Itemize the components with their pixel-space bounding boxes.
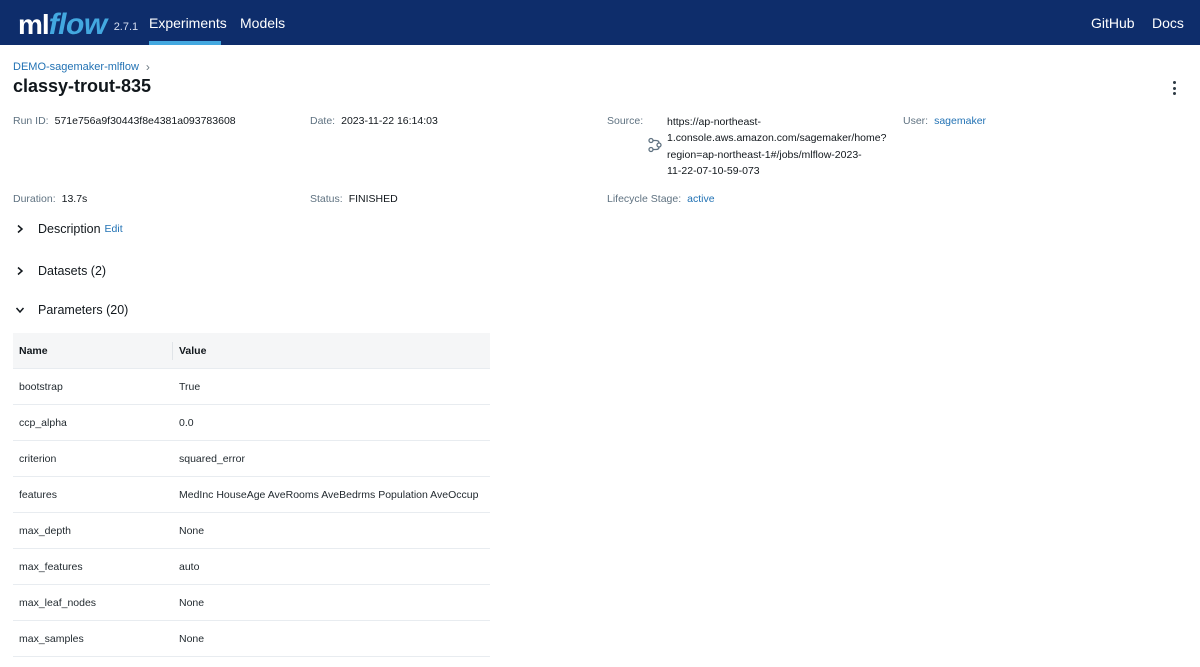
param-value: 0.0	[179, 417, 194, 429]
param-name: features	[19, 489, 57, 501]
user-field: User: sagemaker	[903, 115, 986, 127]
param-value: auto	[179, 561, 200, 573]
date-label: Date:	[310, 115, 336, 127]
version-label: 2.7.1	[113, 21, 139, 33]
nav-docs[interactable]: Docs	[1152, 0, 1184, 45]
section-datasets-title: Datasets (2)	[38, 264, 107, 278]
nav-experiments[interactable]: Experiments	[149, 0, 227, 45]
param-name: bootstrap	[19, 381, 63, 393]
user-link[interactable]: sagemaker	[934, 115, 986, 127]
source-value[interactable]: https://ap-northeast- 1.console.aws.amaz…	[667, 114, 897, 179]
duration-field: Duration: 13.7s	[13, 193, 87, 205]
table-row: ccp_alpha 0.0	[13, 405, 490, 441]
edit-description-link[interactable]: Edit	[105, 223, 123, 235]
date-value: 2023-11-22 16:14:03	[341, 115, 438, 127]
chevron-right-icon	[17, 266, 24, 276]
git-branch-icon	[648, 137, 662, 153]
param-name: ccp_alpha	[19, 417, 67, 429]
chevron-down-icon	[15, 307, 25, 314]
param-value: True	[179, 381, 201, 393]
param-name: max_features	[19, 561, 83, 573]
logo-ml-text: ml	[18, 9, 50, 40]
duration-value: 13.7s	[61, 193, 88, 205]
section-parameters[interactable]: Parameters (20)	[15, 303, 128, 317]
logo-flow-text: flow	[48, 8, 108, 41]
table-row: criterion squared_error	[13, 441, 490, 477]
param-name: max_samples	[19, 633, 84, 645]
status-value: FINISHED	[348, 193, 398, 205]
table-row: max_samples None	[13, 621, 490, 657]
source-label: Source:	[607, 115, 644, 127]
section-parameters-title: Parameters (20)	[38, 303, 129, 317]
page-title: classy-trout-835	[13, 76, 152, 96]
column-header-name[interactable]: Name	[19, 333, 169, 369]
run-id-value: 571e756a9f30443f8e4381a093783608	[54, 115, 236, 127]
lifecycle-field: Lifecycle Stage: active	[607, 193, 715, 205]
param-value: squared_error	[179, 453, 245, 465]
table-header-row: Name Value	[13, 333, 490, 369]
table-row: max_leaf_nodes None	[13, 585, 490, 621]
param-value: None	[179, 633, 205, 645]
run-id-label: Run ID:	[13, 115, 49, 127]
top-nav-bar: ml flow 2.7.1 Experiments Models GitHub …	[0, 0, 1200, 45]
section-description-title: Description	[38, 222, 101, 236]
param-value: None	[179, 597, 205, 609]
param-name: max_depth	[19, 525, 71, 537]
more-options-icon[interactable]	[1168, 79, 1180, 97]
breadcrumb: DEMO-sagemaker-mlflow ›	[13, 60, 150, 74]
source-line: region=ap-northeast-1#/jobs/mlflow-2023-	[667, 148, 862, 161]
section-datasets[interactable]: Datasets (2)	[15, 264, 106, 278]
date-field: Date: 2023-11-22 16:14:03	[310, 115, 438, 127]
lifecycle-label: Lifecycle Stage:	[607, 193, 682, 205]
source-line: https://ap-northeast-	[667, 116, 761, 128]
param-value: MedInc HouseAge AveRooms AveBedrms Popul…	[179, 489, 479, 501]
user-label: User:	[903, 115, 929, 127]
table-row: bootstrap True	[13, 369, 490, 405]
duration-label: Duration:	[13, 193, 56, 205]
table-row: max_features auto	[13, 549, 490, 585]
active-tab-indicator	[149, 41, 221, 45]
table-row: features MedInc HouseAge AveRooms AveBed…	[13, 477, 490, 513]
run-id-field: Run ID: 571e756a9f30443f8e4381a093783608	[13, 115, 236, 127]
mlflow-logo[interactable]: ml flow 2.7.1	[18, 2, 138, 42]
nav-github[interactable]: GitHub	[1091, 0, 1135, 45]
param-value: None	[179, 525, 205, 537]
column-header-value[interactable]: Value	[179, 333, 489, 369]
nav-models[interactable]: Models	[240, 0, 285, 45]
source-line: 1.console.aws.amazon.com/sagemaker/home?	[667, 132, 887, 145]
parameters-table: Name Value bootstrap True ccp_alpha 0.0 …	[13, 333, 490, 657]
source-field: Source:	[607, 115, 649, 127]
lifecycle-value: active	[687, 193, 715, 205]
source-line: 11-22-07-10-59-073	[667, 164, 760, 177]
section-description[interactable]: Description Edit	[15, 222, 123, 236]
param-name: criterion	[19, 453, 57, 465]
breadcrumb-separator: ›	[145, 60, 150, 74]
param-name: max_leaf_nodes	[19, 597, 97, 609]
status-label: Status:	[310, 193, 343, 205]
breadcrumb-experiment-link[interactable]: DEMO-sagemaker-mlflow	[13, 61, 139, 73]
table-row: max_depth None	[13, 513, 490, 549]
column-divider	[172, 342, 173, 360]
status-field: Status: FINISHED	[310, 193, 398, 205]
chevron-right-icon	[17, 224, 24, 234]
